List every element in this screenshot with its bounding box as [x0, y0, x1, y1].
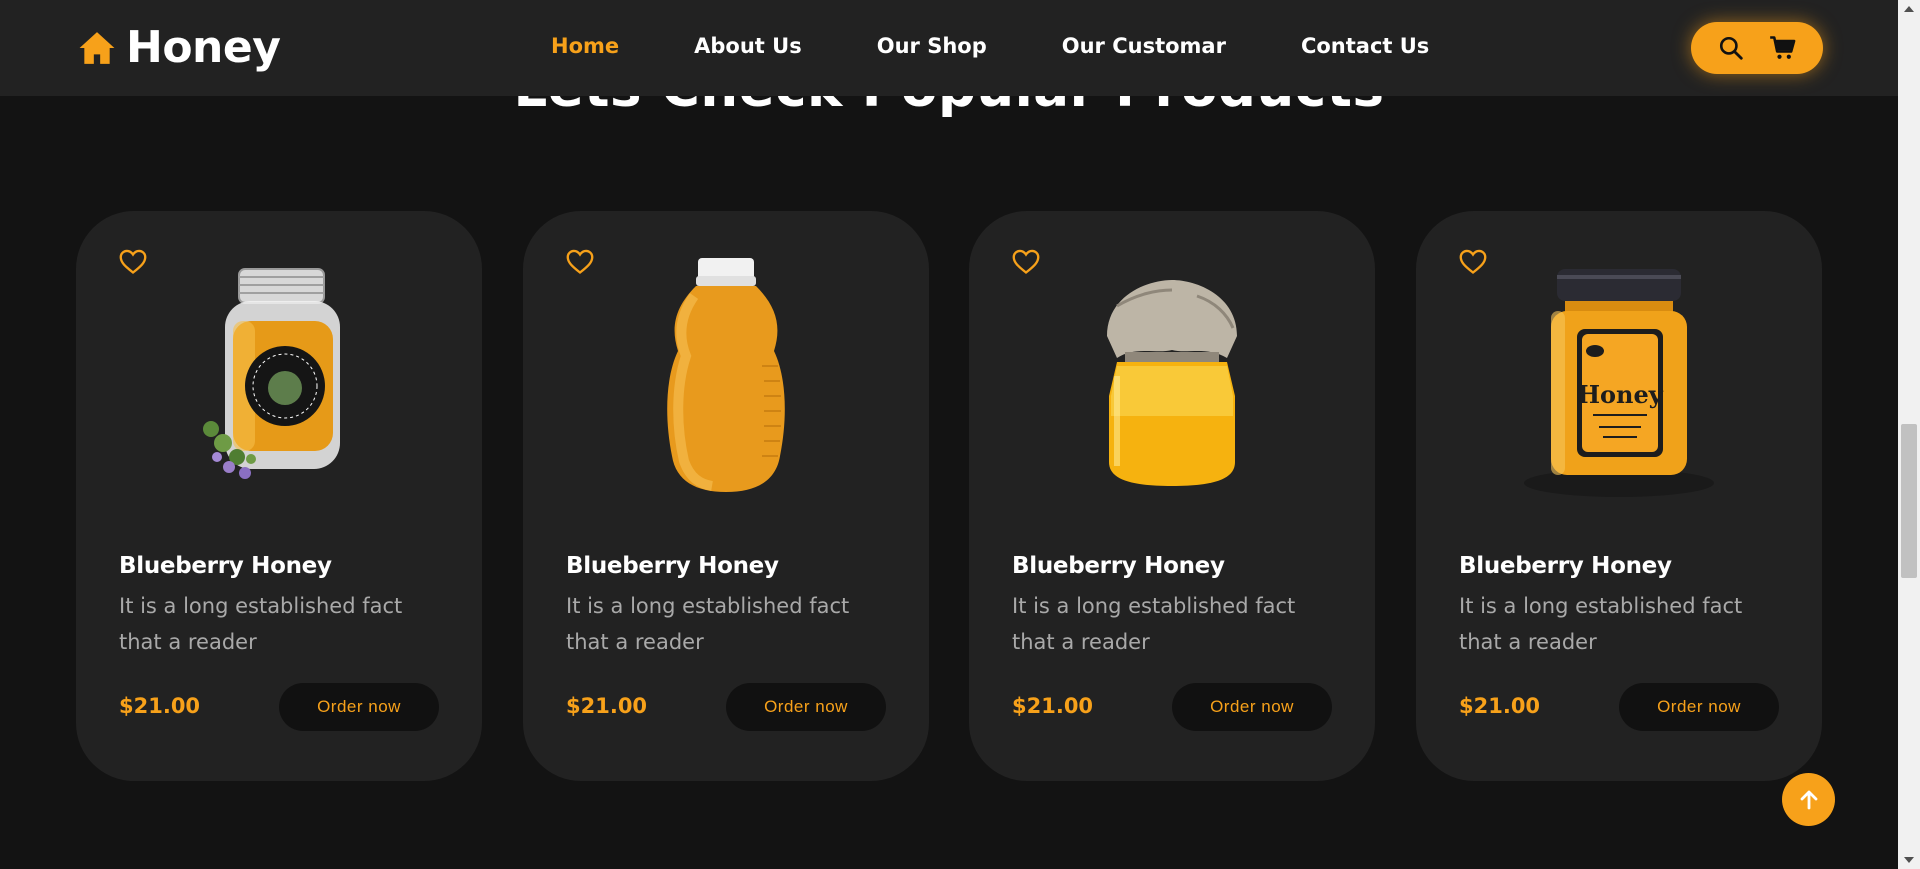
product-image: [626, 256, 826, 506]
main-nav: Home About Us Our Shop Our Customar Cont…: [551, 34, 1504, 58]
honey-cloth-jar-image: [1107, 280, 1237, 486]
order-now-button[interactable]: Order now: [279, 683, 439, 731]
product-price: $21.00: [566, 694, 648, 718]
cart-icon: [1770, 36, 1796, 59]
nav-about-us[interactable]: About Us: [694, 34, 802, 58]
honey-labeled-jar-image: Honey: [1524, 269, 1714, 497]
product-card: Blueberry Honey It is a long established…: [523, 211, 929, 781]
product-price: $21.00: [1459, 694, 1541, 718]
heart-icon[interactable]: [1012, 249, 1040, 275]
nav-contact-us[interactable]: Contact Us: [1301, 34, 1429, 58]
heart-icon[interactable]: [566, 249, 594, 275]
product-price: $21.00: [1012, 694, 1094, 718]
product-card: Blueberry Honey It is a long established…: [76, 211, 482, 781]
logo[interactable]: Honey: [78, 22, 281, 73]
scroll-to-top-button[interactable]: [1782, 773, 1835, 826]
scroll-down-arrow-icon[interactable]: [1904, 857, 1914, 863]
product-list: Blueberry Honey It is a long established…: [76, 211, 1822, 781]
home-icon: [79, 31, 115, 64]
nav-home[interactable]: Home: [551, 34, 619, 58]
cart-button[interactable]: [1766, 31, 1800, 65]
site-header: Honey Home About Us Our Shop Our Customa…: [0, 0, 1898, 96]
heart-icon[interactable]: [1459, 249, 1487, 275]
product-title: Blueberry Honey: [566, 553, 779, 579]
svg-text:Honey: Honey: [1577, 380, 1663, 409]
product-description: It is a long established fact that a rea…: [1012, 594, 1296, 654]
order-now-button[interactable]: Order now: [1172, 683, 1332, 731]
product-image: [179, 256, 379, 506]
search-button[interactable]: [1714, 31, 1748, 65]
product-description: It is a long established fact that a rea…: [566, 594, 850, 654]
product-image: [1072, 256, 1272, 506]
logo-text: Honey: [126, 22, 281, 73]
nav-our-customar[interactable]: Our Customar: [1062, 34, 1226, 58]
order-now-button[interactable]: Order now: [1619, 683, 1779, 731]
product-card: Honey Blueberry Honey It is a long estab…: [1416, 211, 1822, 781]
honey-squeeze-bottle-image: [667, 258, 785, 492]
header-actions: [1691, 22, 1823, 74]
honey-jar-herbs-image: [203, 268, 340, 479]
page-scrollbar[interactable]: [1898, 0, 1920, 869]
search-icon: [1719, 36, 1743, 60]
scrollbar-thumb[interactable]: [1901, 424, 1917, 578]
product-price: $21.00: [119, 694, 201, 718]
product-description: It is a long established fact that a rea…: [119, 594, 403, 654]
nav-our-shop[interactable]: Our Shop: [877, 34, 987, 58]
product-description: It is a long established fact that a rea…: [1459, 594, 1743, 654]
product-title: Blueberry Honey: [1459, 553, 1672, 579]
product-card: Blueberry Honey It is a long established…: [969, 211, 1375, 781]
product-image: Honey: [1519, 256, 1719, 506]
product-title: Blueberry Honey: [1012, 553, 1225, 579]
heart-icon[interactable]: [119, 249, 147, 275]
arrow-up-icon: [1800, 790, 1817, 809]
product-title: Blueberry Honey: [119, 553, 332, 579]
scroll-up-arrow-icon[interactable]: [1904, 6, 1914, 12]
order-now-button[interactable]: Order now: [726, 683, 886, 731]
